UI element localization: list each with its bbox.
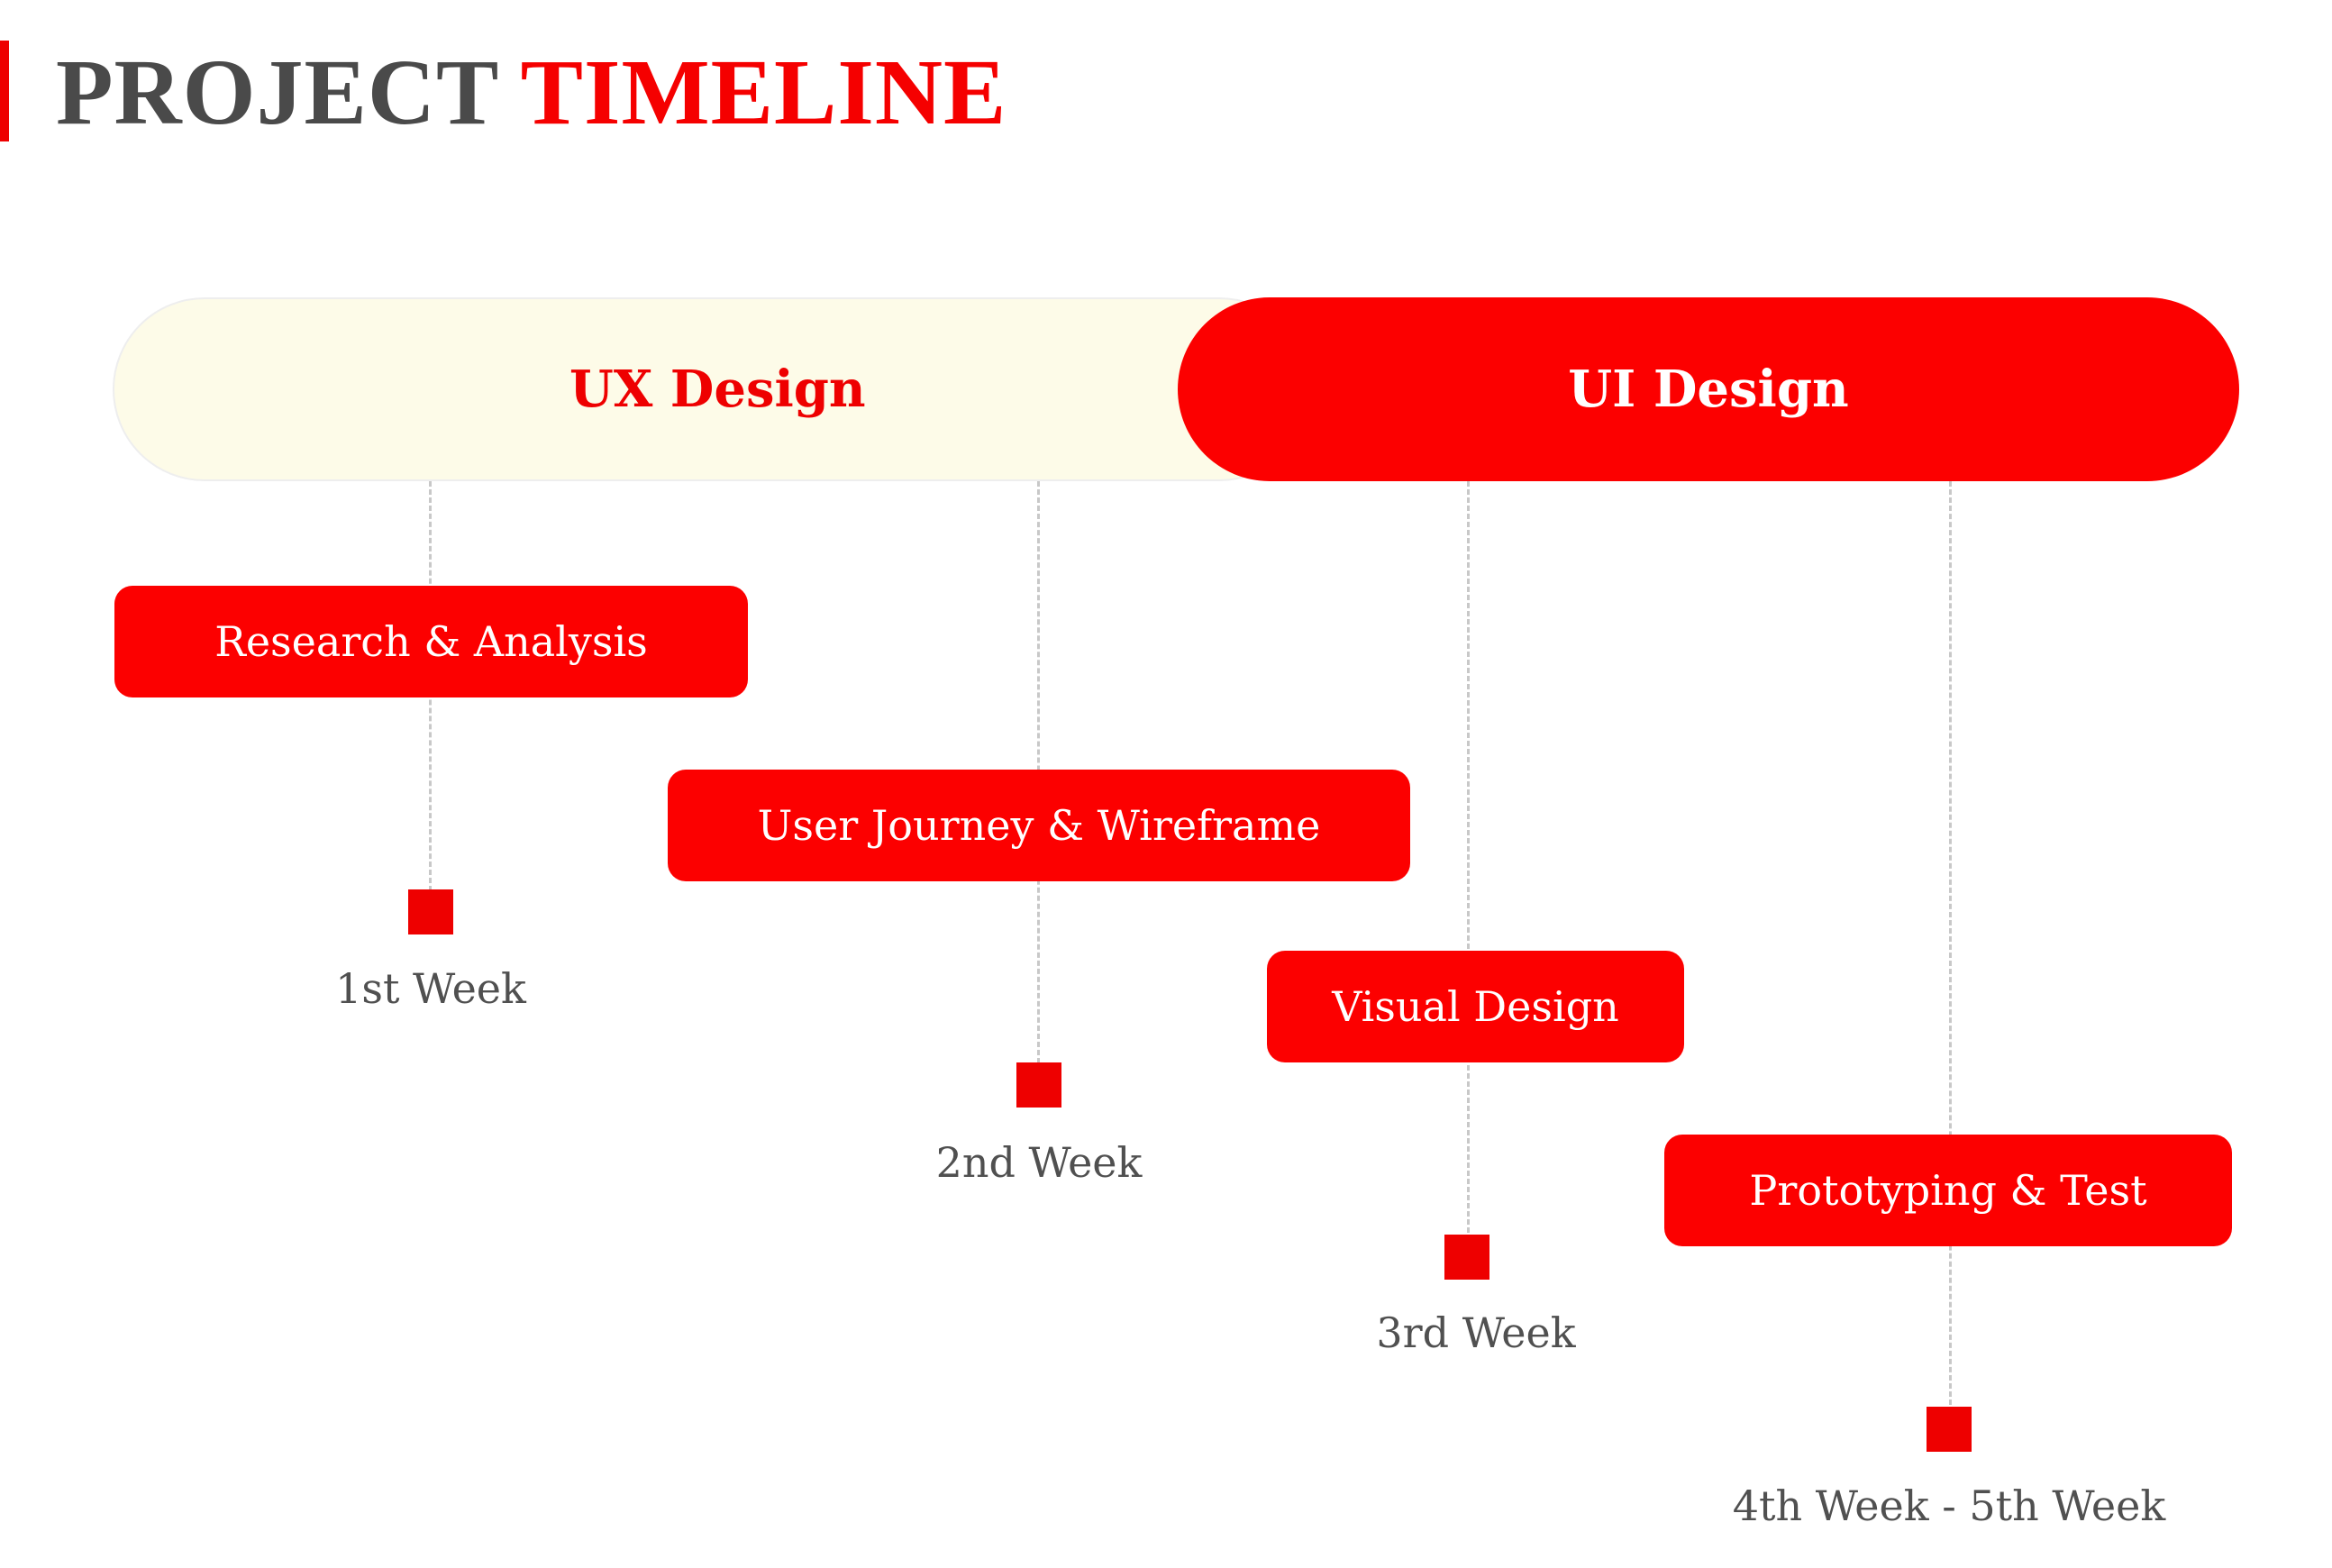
milestone-label-week2: 2nd Week [935,1138,1143,1187]
phase-ui-design: UI Design [1178,297,2239,481]
phase-ux-design: UX Design [113,297,1311,481]
page-title: PROJECT TIMELINE [56,34,1007,151]
milestone-marker-week1 [408,889,453,934]
task-label: Visual Design [1332,982,1619,1031]
title-part-timeline: TIMELINE [520,41,1007,144]
milestone-marker-week3 [1444,1235,1489,1280]
task-label: Prototyping & Test [1749,1166,2147,1215]
task-prototyping-test: Prototyping & Test [1664,1135,2232,1246]
connector-line-week3 [1467,481,1470,1233]
milestone-marker-week4 [1927,1407,1972,1452]
milestone-label-week1: 1st Week [335,964,526,1013]
task-research-analysis: Research & Analysis [114,586,748,697]
milestone-marker-week2 [1016,1062,1061,1108]
phase-ui-label: UI Design [1568,360,1849,419]
connector-line-week4 [1949,481,1952,1405]
task-visual-design: Visual Design [1267,951,1684,1062]
task-user-journey-wireframe: User Journey & Wireframe [668,770,1410,881]
milestone-label-week3: 3rd Week [1376,1308,1576,1357]
milestone-label-week4: 4th Week - 5th Week [1732,1481,2166,1530]
task-label: User Journey & Wireframe [757,801,1321,850]
task-label: Research & Analysis [214,617,648,666]
phase-ux-label: UX Design [569,360,866,419]
title-accent-bar [0,41,9,141]
title-part-project: PROJECT [56,41,498,144]
